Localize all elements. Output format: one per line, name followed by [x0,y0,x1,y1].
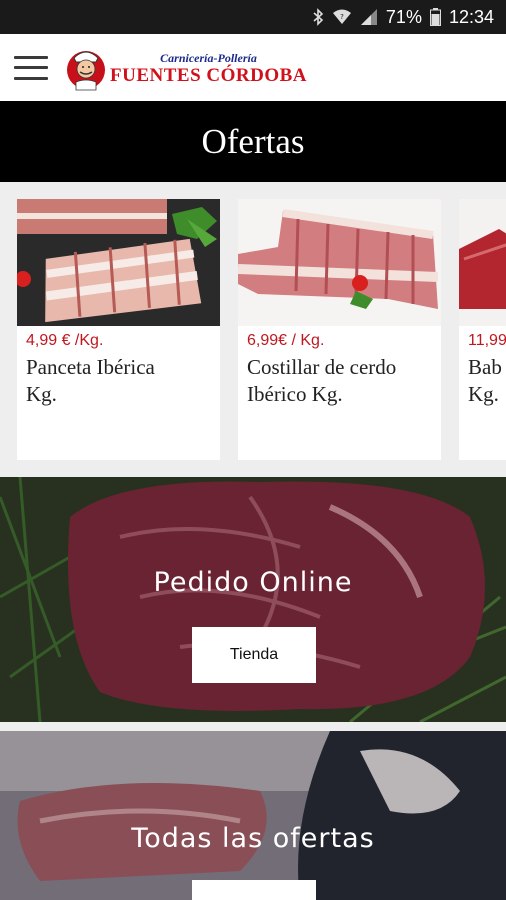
product-image-babilla [459,199,506,326]
offers-carousel[interactable]: 4,99 € /Kg. Panceta Ibérica Kg. 6,99€ / … [0,182,506,477]
battery-percent: 71% [385,6,422,27]
meat-background-image [0,477,506,722]
signal-icon [360,8,378,26]
shop-button[interactable]: Tienda [192,627,316,683]
butcher-mascot-icon [67,50,105,90]
online-order-banner[interactable]: Pedido Online Tienda [0,477,506,722]
brand-logo[interactable]: Carnicería-Pollería FUENTES CÓRDOBA [64,44,307,92]
all-offers-banner[interactable]: Todas las ofertas [0,731,506,900]
offer-price: 4,99 € /Kg. [26,332,104,349]
banner-title: Pedido Online [153,567,353,598]
clock: 12:34 [448,6,494,27]
section-title-bar: Ofertas [0,101,506,182]
section-title: Ofertas [201,121,305,161]
offer-card[interactable]: 4,99 € /Kg. Panceta Ibérica Kg. [17,199,220,460]
bluetooth-icon [312,8,324,26]
all-offers-button[interactable] [192,880,316,900]
battery-icon [429,8,441,26]
product-image-panceta [17,199,220,326]
offer-name: Costillar de cerdo Ibérico Kg. [247,355,397,406]
offer-name: Bab Kg. [468,355,502,406]
offer-card[interactable]: 6,99€ / Kg. Costillar de cerdo Ibérico K… [238,199,441,460]
app-header: Carnicería-Pollería FUENTES CÓRDOBA [0,34,506,101]
offer-name: Panceta Ibérica Kg. [26,355,155,406]
logo-tagline: Carnicería-Pollería [160,50,257,65]
status-bar: ? 71% 12:34 [0,0,506,34]
offer-card[interactable]: 11,99 Bab Kg. [459,199,506,460]
product-image-costillar [238,199,441,326]
logo-name: FUENTES CÓRDOBA [110,64,307,86]
hamburger-menu-icon[interactable] [14,55,48,80]
banner-title: Todas las ofertas [131,823,375,854]
butcher-background-image [0,731,506,900]
offer-price: 6,99€ / Kg. [247,332,325,349]
wifi-icon: ? [332,8,352,26]
offer-price: 11,99 [468,332,506,349]
svg-text:?: ? [340,13,344,21]
